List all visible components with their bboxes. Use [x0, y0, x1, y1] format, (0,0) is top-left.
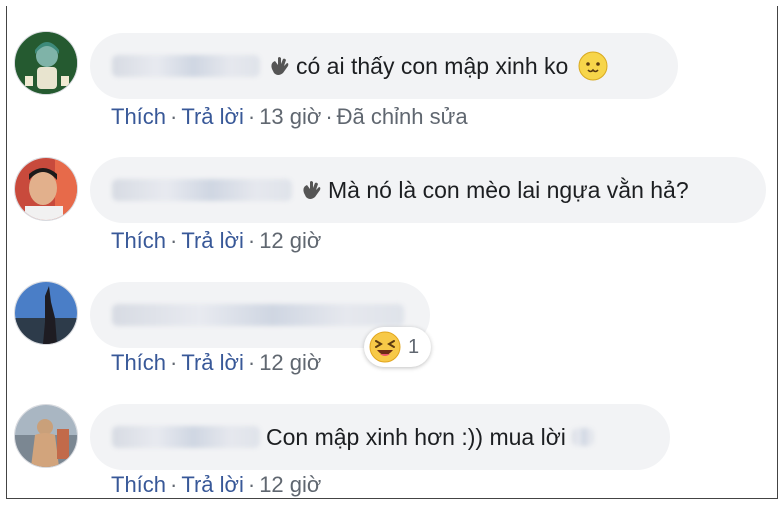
comment-actions: Thích · Trả lời · 12 giờ: [111, 350, 322, 375]
waving-hand-icon: [271, 57, 289, 75]
comment-actions: Thích · Trả lời · 13 giờ · Đã chỉnh sửa: [111, 104, 468, 129]
comment-bubble: Con mập xinh hơn :)) mua lời: [90, 404, 670, 470]
comment-bubble: Mà nó là con mèo lai ngựa vằn hả?: [90, 157, 766, 223]
reply-link[interactable]: Trả lời: [181, 350, 244, 375]
comment-text: Con mập xinh hơn :)) mua lời: [266, 423, 566, 450]
laughing-emoji-icon: [369, 331, 401, 363]
like-link[interactable]: Thích: [111, 350, 166, 375]
avatar[interactable]: [14, 281, 78, 345]
reaction-count[interactable]: 1: [364, 327, 432, 367]
reply-link[interactable]: Trả lời: [181, 228, 244, 253]
smiling-face-emoji: [578, 51, 608, 81]
reply-link[interactable]: Trả lời: [181, 104, 244, 129]
comment-actions: Thích · Trả lời · 12 giờ: [111, 472, 322, 497]
comment-actions: Thích · Trả lời · 12 giờ: [111, 228, 322, 253]
timestamp[interactable]: 12 giờ: [259, 350, 321, 375]
avatar[interactable]: [14, 404, 78, 468]
like-link[interactable]: Thích: [111, 472, 166, 497]
comment-text: Mà nó là con mèo lai ngựa vằn hả?: [328, 176, 689, 203]
like-link[interactable]: Thích: [111, 228, 166, 253]
blurred-author-name[interactable]: [112, 179, 292, 201]
edited-label[interactable]: Đã chỉnh sửa: [337, 104, 468, 129]
reply-link[interactable]: Trả lời: [181, 472, 244, 497]
blurred-author-name[interactable]: [112, 426, 260, 448]
comment-text: có ai thấy con mập xinh ko: [296, 52, 569, 79]
blurred-text-fragment: [571, 428, 594, 446]
reaction-count-value: 1: [408, 335, 420, 358]
blurred-author-name[interactable]: [112, 55, 260, 77]
avatar[interactable]: [14, 31, 78, 95]
timestamp[interactable]: 12 giờ: [259, 228, 321, 253]
like-link[interactable]: Thích: [111, 104, 166, 129]
comment-bubble: có ai thấy con mập xinh ko: [90, 33, 678, 99]
waving-hand-icon: [303, 181, 321, 199]
blurred-author-name[interactable]: [112, 304, 404, 326]
avatar[interactable]: [14, 157, 78, 221]
timestamp[interactable]: 13 giờ: [259, 104, 321, 129]
timestamp[interactable]: 12 giờ: [259, 472, 321, 497]
